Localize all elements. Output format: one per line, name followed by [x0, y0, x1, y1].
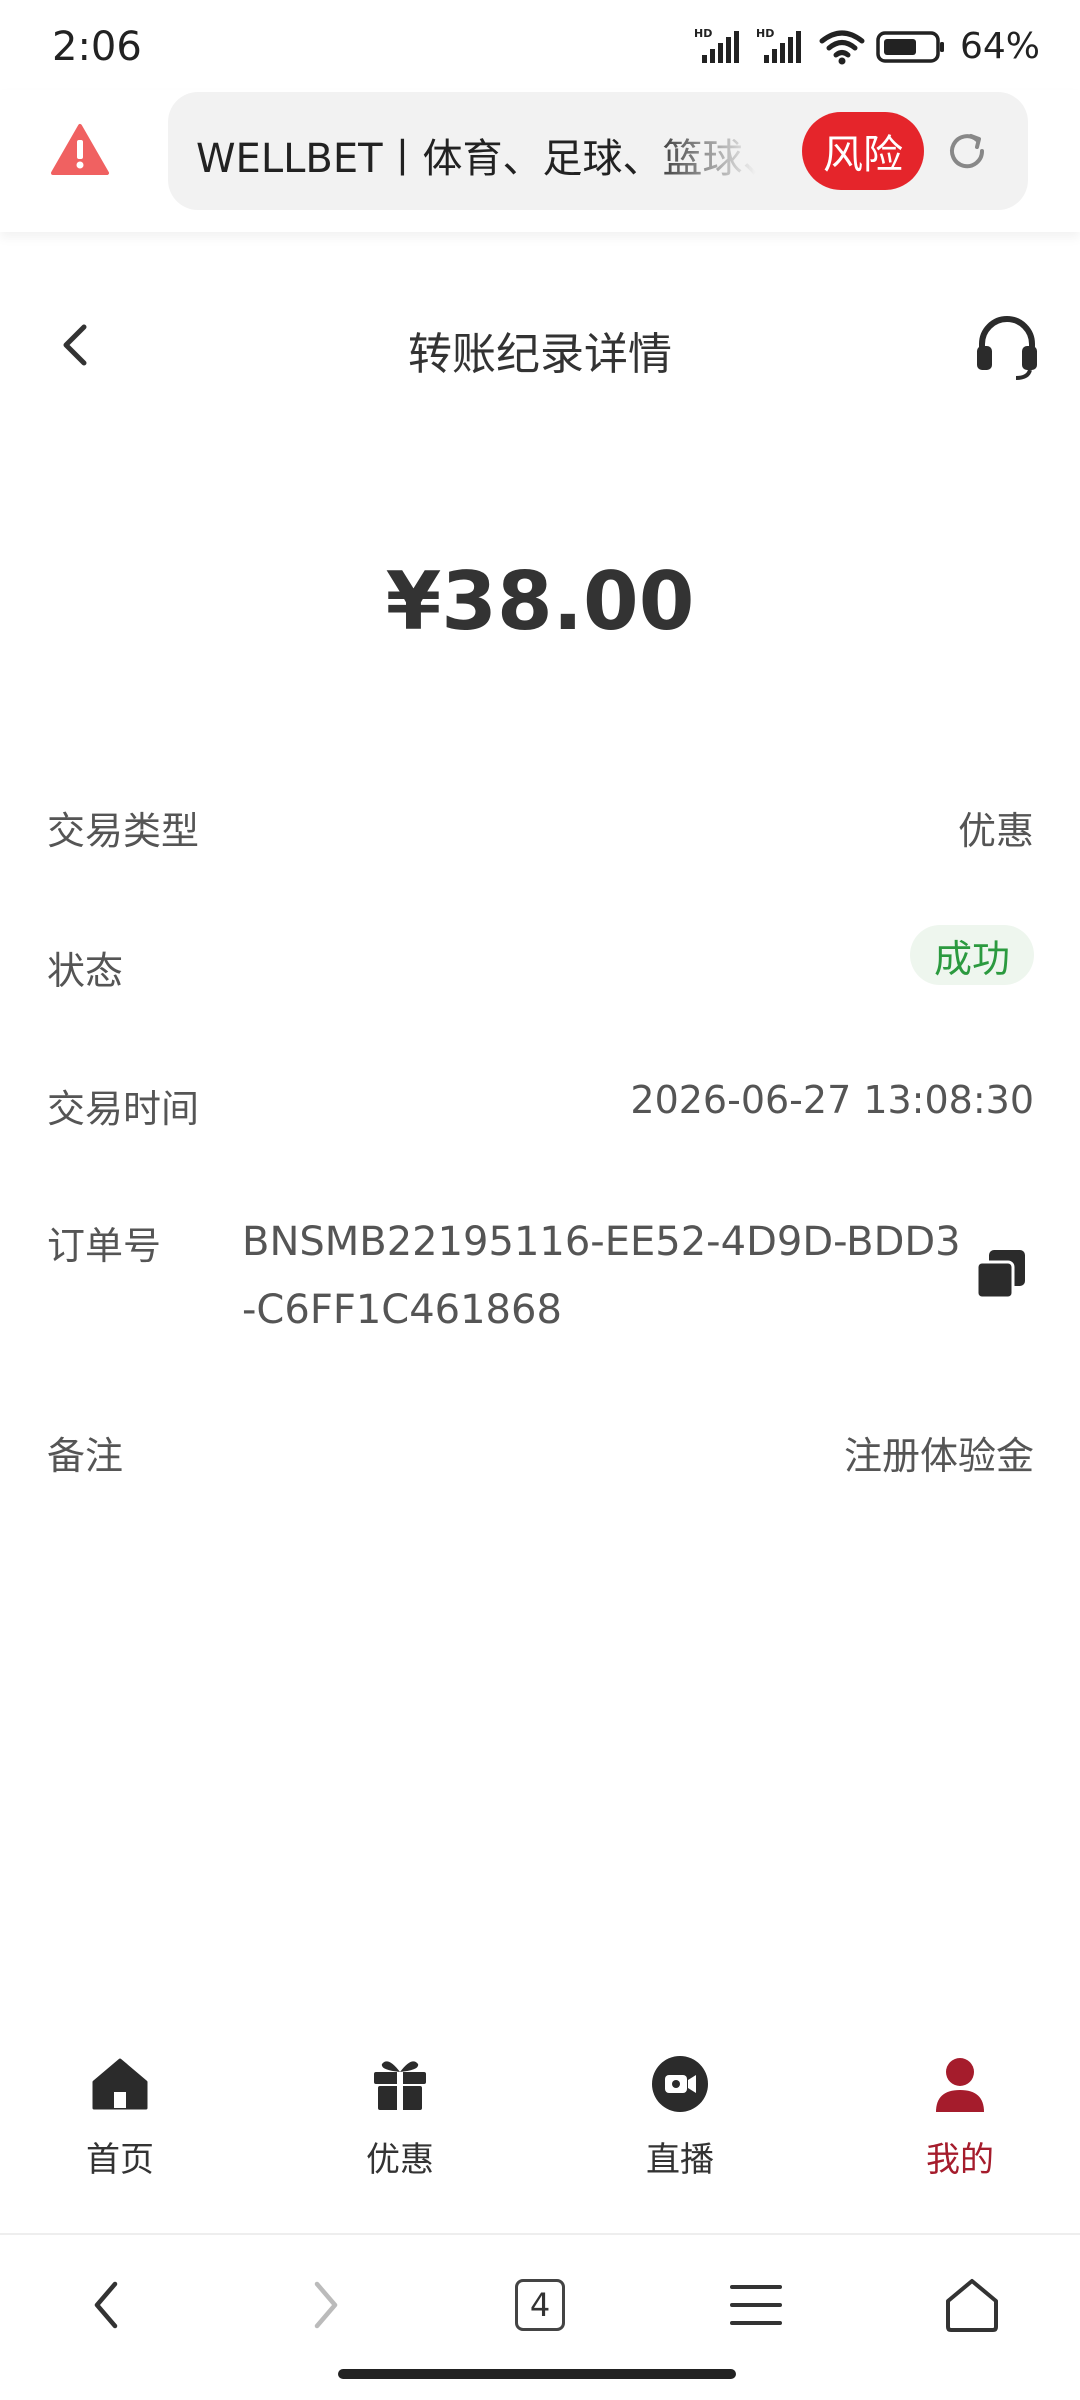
risk-badge[interactable]: 风险 — [802, 112, 924, 190]
wifi-icon — [819, 30, 865, 64]
headset-icon[interactable] — [972, 310, 1042, 380]
transaction-type-value: 优惠 — [957, 809, 1034, 853]
reload-icon[interactable] — [944, 128, 990, 174]
browser-forward-button[interactable] — [286, 2265, 366, 2345]
battery-icon — [876, 30, 944, 63]
home-outline-icon — [946, 2279, 998, 2332]
note-label: 备注 — [47, 1434, 124, 1478]
chevron-left-icon — [94, 2281, 118, 2329]
url-title[interactable]: WELLBET丨体育、足球、篮球、 — [196, 126, 756, 184]
tab-mine-label: 我的 — [926, 2140, 994, 2180]
signal-icon: HD — [694, 27, 739, 63]
chevron-right-icon — [314, 2281, 338, 2329]
order-number-value: BNSMB22195116-EE52-4D9D-BDD3-C6FF1C46186… — [242, 1219, 961, 1333]
tab-promotions[interactable]: 优惠 — [300, 2040, 500, 2190]
status-icons: HD HD 64% — [694, 26, 1040, 67]
page-title: 转账纪录详情 — [408, 329, 672, 380]
status-badge: 成功 — [909, 925, 1034, 985]
warning-icon[interactable] — [50, 123, 110, 177]
status-time: 2:06 — [52, 24, 142, 70]
tab-home[interactable]: 首页 — [20, 2040, 220, 2190]
tab-count: 4 — [515, 2279, 565, 2331]
network-label-2: HD — [756, 27, 774, 40]
transaction-time-label: 交易时间 — [47, 1087, 200, 1131]
bottom-tab-bar: 首页 优惠 直播 我的 — [0, 2030, 1080, 2230]
network-label-1: HD — [694, 27, 712, 40]
tab-home-label: 首页 — [86, 2140, 154, 2180]
tab-live-label: 直播 — [646, 2140, 714, 2180]
transfer-amount: ¥38.00 — [385, 555, 695, 648]
browser-back-button[interactable] — [66, 2265, 146, 2345]
browser-address-bar: WELLBET丨体育、足球、篮球、 风险 — [0, 90, 1080, 232]
home-icon — [92, 2058, 148, 2110]
note-value: 注册体验金 — [843, 1434, 1034, 1478]
tab-live[interactable]: 直播 — [580, 2040, 780, 2190]
user-icon — [936, 2058, 984, 2112]
browser-tabs-button[interactable]: 4 — [500, 2265, 580, 2345]
signal-icon-2: HD — [756, 27, 801, 63]
battery-percentage: 64% — [959, 26, 1040, 67]
page-header: 转账纪录详情 — [0, 290, 1080, 400]
url-field[interactable]: WELLBET丨体育、足球、篮球、 风险 — [168, 92, 1028, 210]
tab-promotions-label: 优惠 — [366, 2140, 434, 2180]
copy-icon[interactable] — [975, 1248, 1027, 1300]
transaction-time-value: 2026-06-27 13:08:30 — [630, 1078, 1034, 1122]
gift-icon — [374, 2061, 426, 2110]
tab-mine[interactable]: 我的 — [860, 2040, 1060, 2190]
order-number-label: 订单号 — [47, 1224, 162, 1268]
home-indicator[interactable] — [338, 2369, 736, 2379]
status-label: 状态 — [47, 949, 124, 993]
browser-menu-button[interactable] — [716, 2265, 796, 2345]
browser-home-button[interactable] — [932, 2265, 1012, 2345]
transaction-type-label: 交易类型 — [47, 809, 200, 853]
video-icon — [652, 2056, 708, 2112]
status-bar: 2:06 HD HD 64% — [0, 0, 1080, 95]
menu-icon — [730, 2285, 782, 2325]
